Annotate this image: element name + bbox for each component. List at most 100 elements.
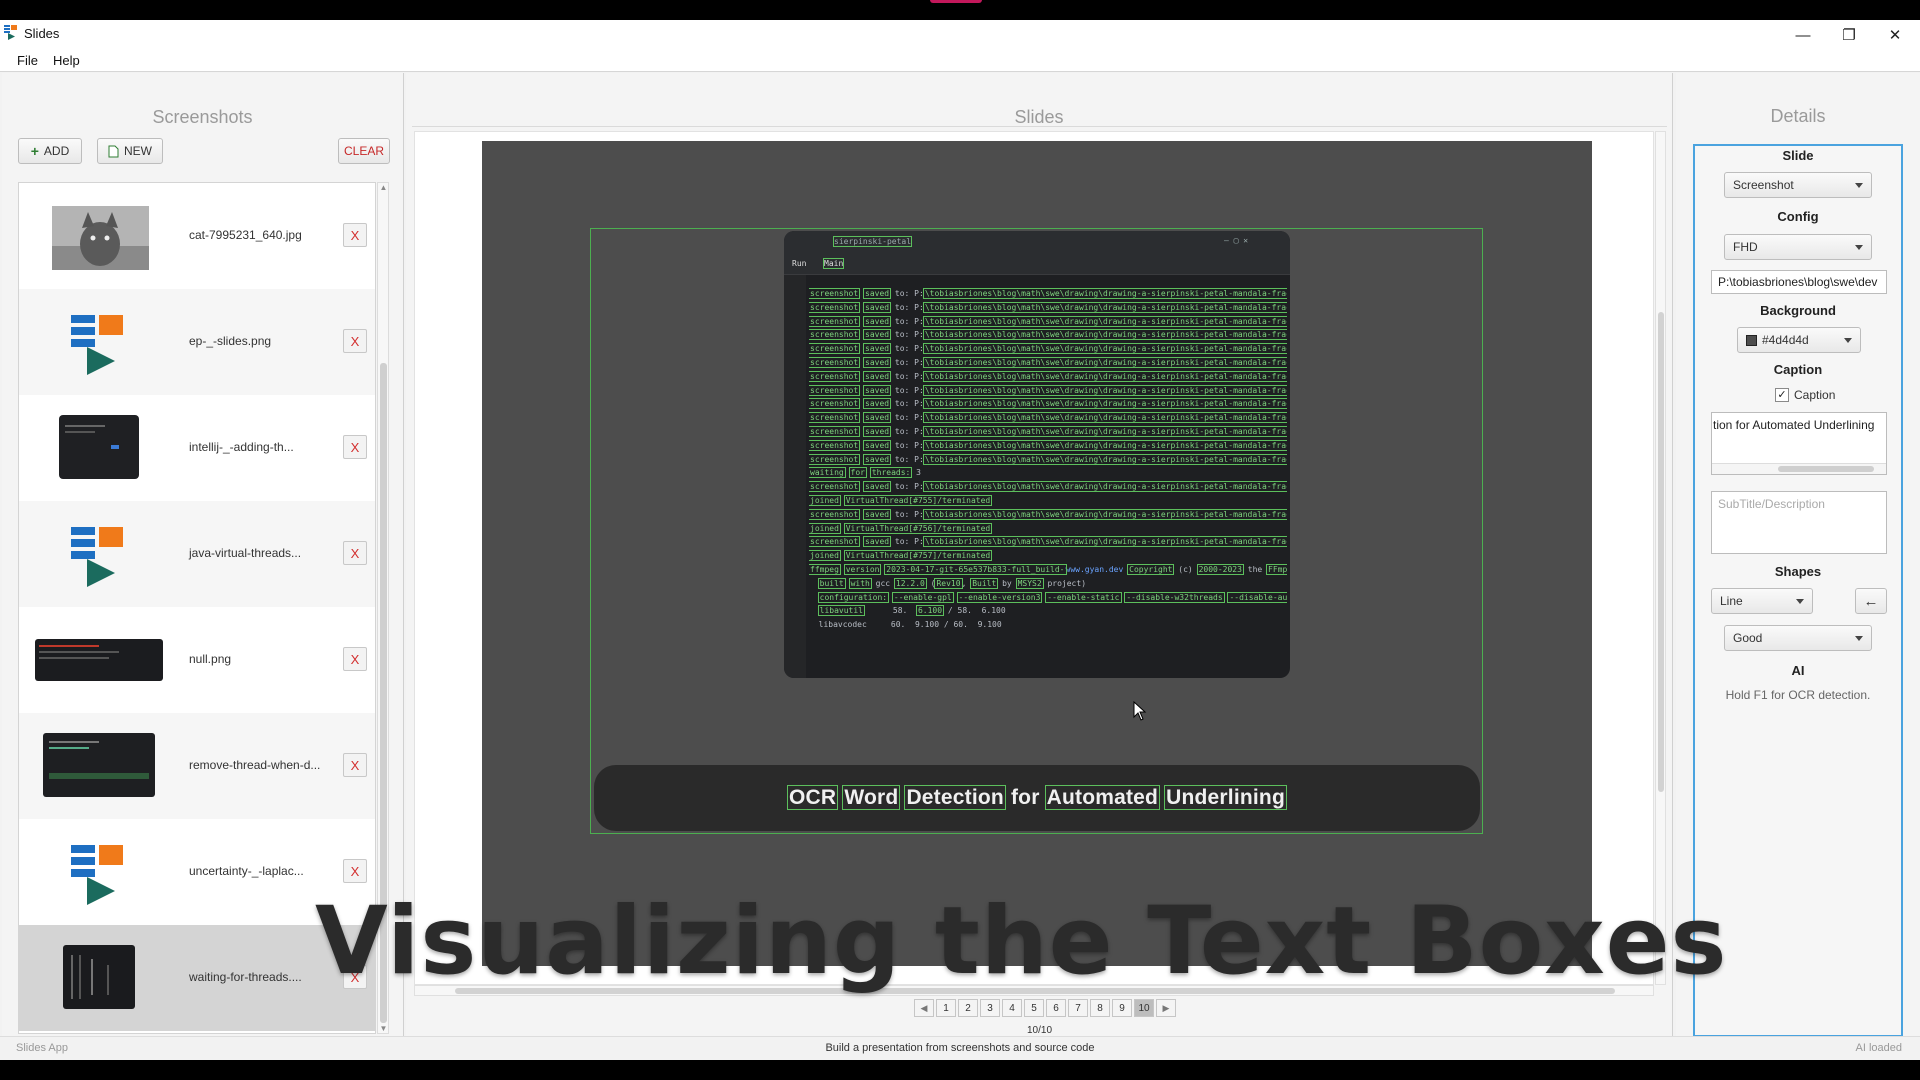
shapes-label: Shapes [1774, 564, 1822, 579]
list-item[interactable]: ep-_-slides.png X [19, 289, 375, 395]
back-arrow-button[interactable]: ← [1855, 588, 1887, 614]
config-path-input[interactable]: P:\tobiasbriones\blog\swe\dev [1711, 270, 1887, 294]
subtitle-text-area[interactable]: SubTitle/Description [1711, 491, 1887, 554]
page-button[interactable]: 8 [1090, 999, 1110, 1017]
remove-button[interactable]: X [343, 541, 367, 565]
chevron-down-icon [1796, 599, 1804, 604]
page-button[interactable]: 4 [1002, 999, 1022, 1017]
slide-screenshot: sierpinski-petal – ▢ ✕ Run Main screensh… [784, 231, 1290, 678]
background-label: Background [1760, 303, 1836, 318]
clear-button[interactable]: CLEAR [338, 138, 390, 164]
status-bar: Slides App Build a presentation from scr… [0, 1036, 1920, 1060]
remove-button[interactable]: X [343, 223, 367, 247]
list-item[interactable]: intellij-_-adding-th... X [19, 395, 375, 501]
close-window-button[interactable]: ✕ [1872, 20, 1918, 50]
thumbnail-dark-ide [59, 415, 139, 479]
thumbnail-app-logo [71, 527, 123, 587]
thumbnail-dark-terminal [63, 945, 135, 1009]
recording-indicator [930, 0, 982, 3]
scroll-up-icon[interactable]: ▲ [379, 183, 388, 192]
slide-preview[interactable]: sierpinski-petal – ▢ ✕ Run Main screensh… [482, 141, 1592, 966]
remove-button[interactable]: X [343, 435, 367, 459]
page-button-current[interactable]: 10 [1134, 999, 1154, 1017]
file-name: java-virtual-threads... [189, 546, 302, 560]
list-item[interactable]: remove-thread-when-d... X [19, 713, 375, 819]
chevron-down-icon [1855, 636, 1863, 641]
remove-button[interactable]: X [343, 753, 367, 777]
caption-word: Underlining [1164, 785, 1287, 810]
file-name: null.png [189, 652, 232, 666]
page-button[interactable]: 1 [936, 999, 956, 1017]
menu-file[interactable]: File [17, 53, 38, 68]
canvas-vertical-scrollbar[interactable] [1655, 131, 1666, 985]
thumbnail-cat-photo [52, 206, 149, 270]
remove-button[interactable]: X [343, 647, 367, 671]
thumbnail-dark-wide [35, 639, 163, 681]
caption-scrollbar[interactable] [1712, 463, 1886, 474]
list-item[interactable]: cat-7995231_640.jpg X [19, 183, 375, 289]
arrow-left-icon: ← [1863, 592, 1879, 610]
file-name: ep-_-slides.png [189, 334, 272, 348]
list-item[interactable]: java-virtual-threads... X [19, 501, 375, 607]
file-name: waiting-for-threads.... [189, 970, 302, 984]
page-count: 10/10 [1026, 1025, 1053, 1036]
scrollbar-thumb[interactable] [1658, 312, 1664, 792]
slide-label: Slide [1782, 148, 1814, 163]
background-color-picker[interactable]: #4d4d4d [1737, 327, 1861, 353]
screenshot-console: screenshot saved to: P:\tobiasbriones\bl… [809, 287, 1287, 677]
chevron-down-icon [1855, 245, 1863, 250]
new-button[interactable]: NEW [97, 138, 163, 164]
menu-help[interactable]: Help [53, 53, 80, 68]
screen-top-bar [0, 0, 1920, 20]
config-select[interactable]: FHD [1724, 234, 1872, 260]
slide-canvas[interactable]: sierpinski-petal – ▢ ✕ Run Main screensh… [414, 131, 1654, 985]
screenshot-sidebar [784, 275, 806, 678]
caption-checkbox-label: Caption [1794, 388, 1836, 402]
config-label: Config [1777, 209, 1819, 224]
file-name: intellij-_-adding-th... [189, 440, 294, 454]
slide-caption: OCR Word Detection for Automated Underli… [786, 785, 1287, 810]
screenshot-window-label: sierpinski-petal [832, 236, 913, 247]
page-button[interactable]: 2 [958, 999, 978, 1017]
overlay-title: Visualizing the Text Boxes [315, 887, 1728, 996]
add-button[interactable]: + ADD [18, 138, 82, 164]
caption-checkbox[interactable]: ✓ [1775, 388, 1789, 402]
window-title: Slides [24, 26, 60, 41]
slide-type-select[interactable]: Screenshot [1724, 172, 1872, 198]
screenshot-toolbar: Run Main [784, 253, 1290, 275]
page-button[interactable]: 9 [1112, 999, 1132, 1017]
app-logo-icon [4, 25, 17, 40]
remove-button[interactable]: X [343, 329, 367, 353]
chevron-down-icon [1844, 338, 1852, 343]
screen-bottom-bar [0, 1060, 1920, 1080]
ai-label: AI [1791, 663, 1805, 678]
screenshot-tab-main: Main [822, 258, 845, 269]
shape-type-select[interactable]: Line [1711, 588, 1813, 614]
file-name: uncertainty-_-laplac... [189, 864, 304, 878]
page-button[interactable]: 6 [1046, 999, 1066, 1017]
minimize-button[interactable]: — [1780, 20, 1826, 50]
screenshot-titlebar: sierpinski-petal – ▢ ✕ [784, 231, 1290, 253]
prev-page-icon[interactable]: ◀ [914, 999, 934, 1017]
divider [412, 126, 1667, 127]
list-item[interactable]: null.png X [19, 607, 375, 713]
file-name: remove-thread-when-d... [189, 758, 321, 772]
page-button[interactable]: 5 [1024, 999, 1044, 1017]
page-button[interactable]: 3 [980, 999, 1000, 1017]
title-bar: Slides — ❐ ✕ [0, 20, 1920, 50]
details-title: Details [1770, 106, 1826, 126]
scroll-down-icon[interactable]: ▼ [379, 1024, 388, 1033]
app-window: Slides — ❐ ✕ File Help Screenshots + ADD … [0, 20, 1920, 1060]
next-page-icon[interactable]: ▶ [1156, 999, 1176, 1017]
thumbnail-app-logo [71, 845, 123, 905]
slide-caption-bar: OCR Word Detection for Automated Underli… [594, 765, 1480, 831]
quality-select[interactable]: Good [1724, 625, 1872, 651]
restore-button[interactable]: ❐ [1826, 20, 1872, 50]
slides-title: Slides [1014, 107, 1064, 127]
caption-text-area[interactable]: tion for Automated Underlining [1711, 412, 1887, 475]
caption-word: Automated [1044, 785, 1161, 810]
remove-button[interactable]: X [343, 859, 367, 883]
page-button[interactable]: 7 [1068, 999, 1088, 1017]
mouse-cursor-icon [1133, 701, 1147, 721]
thumbnail-app-logo [71, 315, 123, 375]
